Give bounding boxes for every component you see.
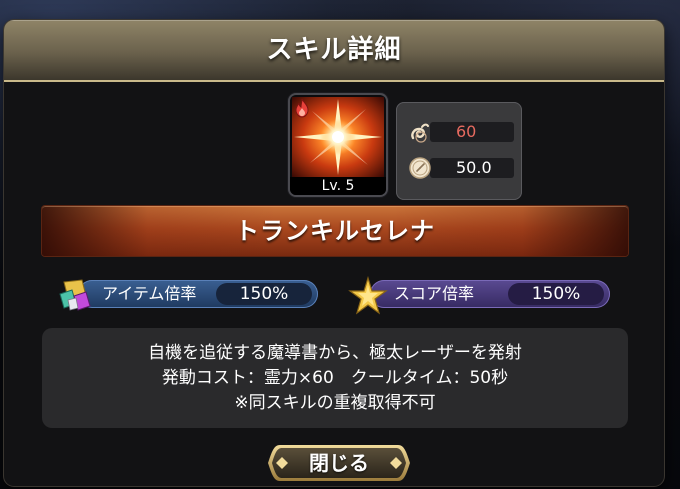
stat-cost-value: 60 bbox=[456, 122, 477, 141]
gold-star-icon bbox=[348, 276, 388, 315]
clock-icon bbox=[409, 157, 431, 179]
item-multiplier-value: 150% bbox=[239, 284, 289, 304]
description-line: 自機を追従する魔導書から、極太レーザーを発射 bbox=[148, 343, 522, 363]
stat-cost-row: 60 bbox=[408, 120, 514, 144]
skill-name-banner: トランキルセレナ bbox=[42, 206, 628, 256]
game-screen: スキル詳細 Lv. 5 60 50.0 トランキルセレナ アイテム倍率 150%… bbox=[0, 0, 680, 489]
close-button[interactable]: 閉じる bbox=[266, 443, 412, 483]
skill-name: トランキルセレナ bbox=[235, 217, 435, 245]
skill-detail-dialog: スキル詳細 Lv. 5 60 50.0 トランキルセレナ アイテム倍率 150%… bbox=[4, 20, 664, 486]
score-multiplier: スコア倍率 150% bbox=[348, 276, 612, 315]
score-multiplier-label: スコア倍率 bbox=[394, 284, 475, 303]
stat-cooldown-value: 50.0 bbox=[456, 158, 492, 177]
skill-description: 自機を追従する魔導書から、極太レーザーを発射 発動コスト：霊力×60 クールタイ… bbox=[42, 328, 628, 428]
item-multiplier-label: アイテム倍率 bbox=[102, 284, 197, 303]
skill-icon: Lv. 5 bbox=[290, 95, 386, 195]
score-multiplier-value: 150% bbox=[531, 284, 581, 304]
dialog-title-bar: スキル詳細 bbox=[4, 20, 664, 82]
skill-stats-panel: 60 50.0 bbox=[396, 102, 522, 200]
skill-level: Lv. 5 bbox=[290, 177, 386, 195]
description-line: 発動コスト：霊力×60 クールタイム：50秒 bbox=[161, 368, 509, 388]
item-multiplier: アイテム倍率 150% bbox=[56, 276, 320, 312]
item-gems-icon bbox=[59, 279, 91, 311]
dialog-title: スキル詳細 bbox=[266, 35, 402, 65]
description-line: ※同スキルの重複取得不可 bbox=[234, 393, 436, 413]
stat-cooldown-row: 50.0 bbox=[408, 156, 514, 180]
close-button-label: 閉じる bbox=[309, 451, 369, 475]
fire-icon bbox=[295, 98, 309, 118]
spirit-power-icon bbox=[411, 123, 429, 143]
